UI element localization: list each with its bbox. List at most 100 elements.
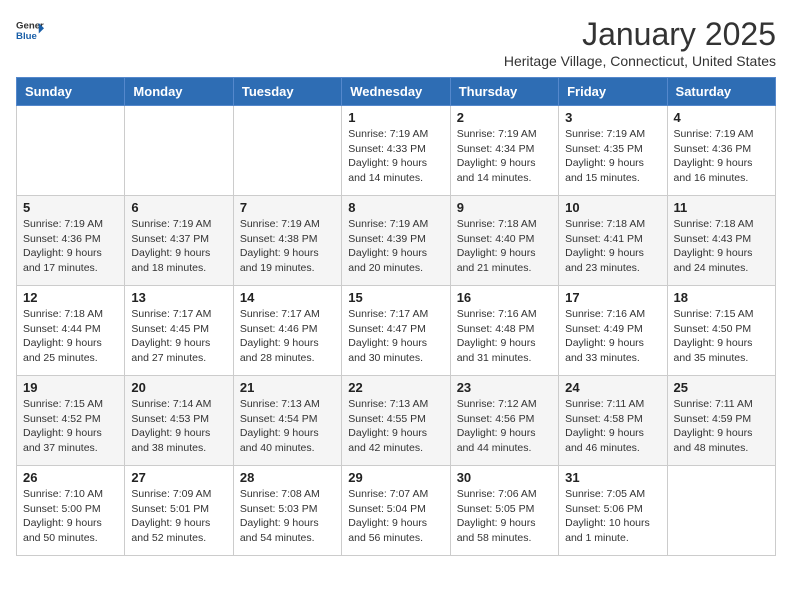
day-info: Sunrise: 7:09 AM Sunset: 5:01 PM Dayligh… xyxy=(131,487,226,546)
day-info: Sunrise: 7:19 AM Sunset: 4:38 PM Dayligh… xyxy=(240,217,335,276)
day-number: 15 xyxy=(348,290,443,305)
week-row-5: 26 Sunrise: 7:10 AM Sunset: 5:00 PM Dayli… xyxy=(17,466,776,556)
week-row-4: 19 Sunrise: 7:15 AM Sunset: 4:52 PM Dayli… xyxy=(17,376,776,466)
day-info: Sunrise: 7:08 AM Sunset: 5:03 PM Dayligh… xyxy=(240,487,335,546)
day-number: 13 xyxy=(131,290,226,305)
day-number: 29 xyxy=(348,470,443,485)
calendar-cell: 22Sunrise: 7:13 AM Sunset: 4:55 PM Dayli… xyxy=(342,376,450,466)
day-info: Sunrise: 7:11 AM Sunset: 4:59 PM Dayligh… xyxy=(674,397,769,456)
day-info: Sunrise: 7:07 AM Sunset: 5:04 PM Dayligh… xyxy=(348,487,443,546)
calendar-cell: 13 Sunrise: 7:17 AM Sunset: 4:45 PM Dayli… xyxy=(125,286,233,376)
calendar-cell: 21Sunrise: 7:13 AM Sunset: 4:54 PM Dayli… xyxy=(233,376,341,466)
day-number: 6 xyxy=(131,200,226,215)
day-number: 14 xyxy=(240,290,335,305)
title-block: January 2025 Heritage Village, Connectic… xyxy=(504,16,776,69)
day-number: 16 xyxy=(457,290,552,305)
day-number: 26 xyxy=(23,470,118,485)
weekday-header-tuesday: Tuesday xyxy=(233,78,341,106)
calendar-cell: 9 Sunrise: 7:18 AM Sunset: 4:40 PM Daylig… xyxy=(450,196,558,286)
calendar-cell: 11 Sunrise: 7:18 AM Sunset: 4:43 PM Dayli… xyxy=(667,196,775,286)
day-info: Sunrise: 7:19 AM Sunset: 4:36 PM Dayligh… xyxy=(674,127,769,186)
day-number: 12 xyxy=(23,290,118,305)
day-info: Sunrise: 7:17 AM Sunset: 4:45 PM Dayligh… xyxy=(131,307,226,366)
day-info: Sunrise: 7:19 AM Sunset: 4:33 PM Dayligh… xyxy=(348,127,443,186)
calendar-cell: 6Sunrise: 7:19 AM Sunset: 4:37 PM Daylig… xyxy=(125,196,233,286)
day-number: 23 xyxy=(457,380,552,395)
weekday-header-thursday: Thursday xyxy=(450,78,558,106)
calendar-cell: 28 Sunrise: 7:08 AM Sunset: 5:03 PM Dayli… xyxy=(233,466,341,556)
calendar-cell: 27 Sunrise: 7:09 AM Sunset: 5:01 PM Dayli… xyxy=(125,466,233,556)
day-number: 31 xyxy=(565,470,660,485)
calendar-cell: 17 Sunrise: 7:16 AM Sunset: 4:49 PM Dayli… xyxy=(559,286,667,376)
calendar-cell: 24Sunrise: 7:11 AM Sunset: 4:58 PM Dayli… xyxy=(559,376,667,466)
day-number: 30 xyxy=(457,470,552,485)
day-number: 11 xyxy=(674,200,769,215)
day-number: 1 xyxy=(348,110,443,125)
day-info: Sunrise: 7:17 AM Sunset: 4:46 PM Dayligh… xyxy=(240,307,335,366)
day-number: 27 xyxy=(131,470,226,485)
svg-text:Blue: Blue xyxy=(16,31,37,42)
calendar-cell xyxy=(125,106,233,196)
day-number: 21 xyxy=(240,380,335,395)
day-info: Sunrise: 7:06 AM Sunset: 5:05 PM Dayligh… xyxy=(457,487,552,546)
day-info: Sunrise: 7:19 AM Sunset: 4:39 PM Dayligh… xyxy=(348,217,443,276)
day-info: Sunrise: 7:19 AM Sunset: 4:35 PM Dayligh… xyxy=(565,127,660,186)
calendar-cell: 25 Sunrise: 7:11 AM Sunset: 4:59 PM Dayli… xyxy=(667,376,775,466)
calendar-cell xyxy=(17,106,125,196)
calendar-cell: 16Sunrise: 7:16 AM Sunset: 4:48 PM Dayli… xyxy=(450,286,558,376)
day-info: Sunrise: 7:18 AM Sunset: 4:44 PM Dayligh… xyxy=(23,307,118,366)
calendar-cell: 19 Sunrise: 7:15 AM Sunset: 4:52 PM Dayli… xyxy=(17,376,125,466)
day-number: 7 xyxy=(240,200,335,215)
calendar-cell: 7 Sunrise: 7:19 AM Sunset: 4:38 PM Daylig… xyxy=(233,196,341,286)
page-header: General Blue January 2025 Heritage Villa… xyxy=(16,16,776,69)
day-info: Sunrise: 7:10 AM Sunset: 5:00 PM Dayligh… xyxy=(23,487,118,546)
calendar-cell: 5 Sunrise: 7:19 AM Sunset: 4:36 PM Daylig… xyxy=(17,196,125,286)
day-number: 5 xyxy=(23,200,118,215)
day-number: 4 xyxy=(674,110,769,125)
day-number: 20 xyxy=(131,380,226,395)
weekday-header-monday: Monday xyxy=(125,78,233,106)
day-number: 28 xyxy=(240,470,335,485)
weekday-header-wednesday: Wednesday xyxy=(342,78,450,106)
day-info: Sunrise: 7:15 AM Sunset: 4:50 PM Dayligh… xyxy=(674,307,769,366)
day-info: Sunrise: 7:16 AM Sunset: 4:49 PM Dayligh… xyxy=(565,307,660,366)
day-number: 17 xyxy=(565,290,660,305)
day-info: Sunrise: 7:14 AM Sunset: 4:53 PM Dayligh… xyxy=(131,397,226,456)
calendar-cell: 23 Sunrise: 7:12 AM Sunset: 4:56 PM Dayli… xyxy=(450,376,558,466)
week-row-1: 1 Sunrise: 7:19 AM Sunset: 4:33 PM Daylig… xyxy=(17,106,776,196)
day-number: 19 xyxy=(23,380,118,395)
weekday-header-saturday: Saturday xyxy=(667,78,775,106)
calendar-cell: 3 Sunrise: 7:19 AM Sunset: 4:35 PM Daylig… xyxy=(559,106,667,196)
day-info: Sunrise: 7:17 AM Sunset: 4:47 PM Dayligh… xyxy=(348,307,443,366)
weekday-header-sunday: Sunday xyxy=(17,78,125,106)
day-info: Sunrise: 7:15 AM Sunset: 4:52 PM Dayligh… xyxy=(23,397,118,456)
month-title: January 2025 xyxy=(504,16,776,53)
day-info: Sunrise: 7:19 AM Sunset: 4:36 PM Dayligh… xyxy=(23,217,118,276)
day-info: Sunrise: 7:18 AM Sunset: 4:40 PM Dayligh… xyxy=(457,217,552,276)
weekday-header-row: SundayMondayTuesdayWednesdayThursdayFrid… xyxy=(17,78,776,106)
day-info: Sunrise: 7:12 AM Sunset: 4:56 PM Dayligh… xyxy=(457,397,552,456)
day-info: Sunrise: 7:19 AM Sunset: 4:34 PM Dayligh… xyxy=(457,127,552,186)
weekday-header-friday: Friday xyxy=(559,78,667,106)
calendar-table: SundayMondayTuesdayWednesdayThursdayFrid… xyxy=(16,77,776,556)
calendar-cell: 15 Sunrise: 7:17 AM Sunset: 4:47 PM Dayli… xyxy=(342,286,450,376)
week-row-3: 12 Sunrise: 7:18 AM Sunset: 4:44 PM Dayli… xyxy=(17,286,776,376)
logo: General Blue xyxy=(16,16,44,44)
calendar-cell: 4 Sunrise: 7:19 AM Sunset: 4:36 PM Daylig… xyxy=(667,106,775,196)
calendar-cell xyxy=(233,106,341,196)
calendar-cell: 26 Sunrise: 7:10 AM Sunset: 5:00 PM Dayli… xyxy=(17,466,125,556)
day-number: 8 xyxy=(348,200,443,215)
day-number: 10 xyxy=(565,200,660,215)
day-info: Sunrise: 7:11 AM Sunset: 4:58 PM Dayligh… xyxy=(565,397,660,456)
calendar-cell: 18Sunrise: 7:15 AM Sunset: 4:50 PM Dayli… xyxy=(667,286,775,376)
calendar-cell: 30 Sunrise: 7:06 AM Sunset: 5:05 PM Dayli… xyxy=(450,466,558,556)
calendar-cell: 20 Sunrise: 7:14 AM Sunset: 4:53 PM Dayli… xyxy=(125,376,233,466)
calendar-cell: 1 Sunrise: 7:19 AM Sunset: 4:33 PM Daylig… xyxy=(342,106,450,196)
calendar-cell xyxy=(667,466,775,556)
day-number: 3 xyxy=(565,110,660,125)
day-info: Sunrise: 7:05 AM Sunset: 5:06 PM Dayligh… xyxy=(565,487,660,546)
day-number: 25 xyxy=(674,380,769,395)
day-number: 9 xyxy=(457,200,552,215)
calendar-cell: 31 Sunrise: 7:05 AM Sunset: 5:06 PM Dayli… xyxy=(559,466,667,556)
day-info: Sunrise: 7:18 AM Sunset: 4:43 PM Dayligh… xyxy=(674,217,769,276)
